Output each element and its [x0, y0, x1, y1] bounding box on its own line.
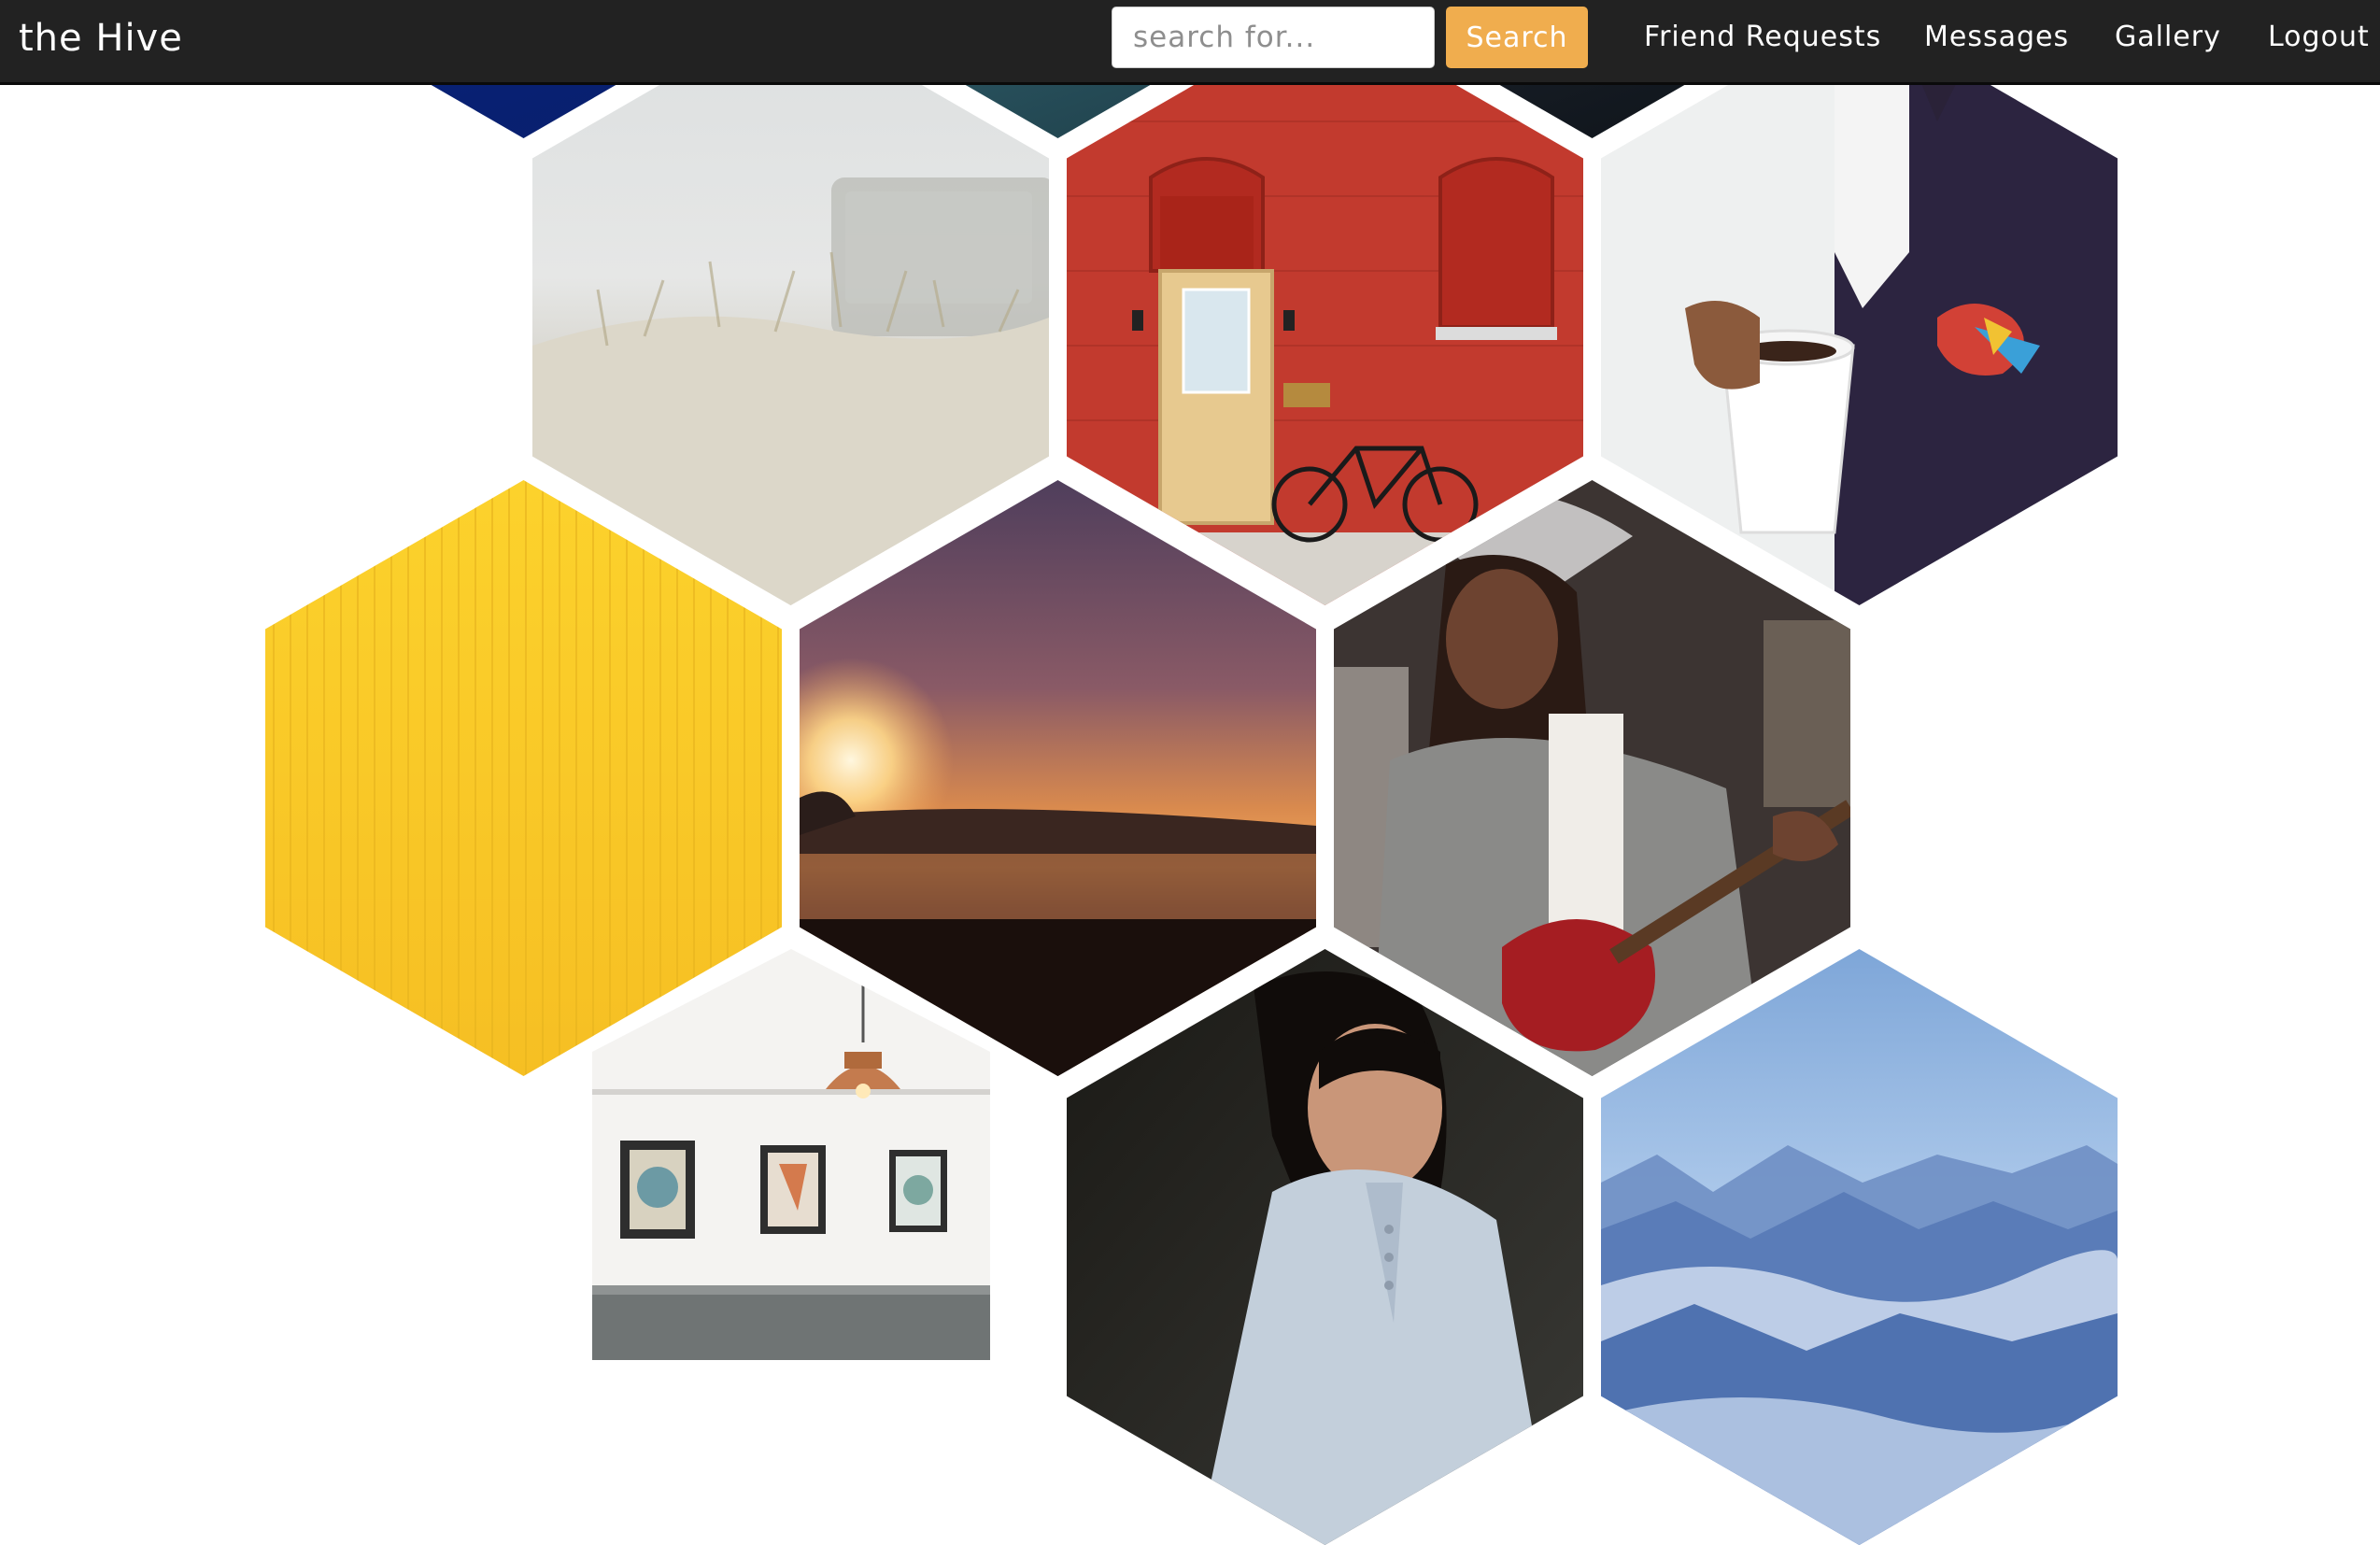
gallery-tile-red-brick-house[interactable] [1067, 9, 1583, 605]
ocean-sunset-photo-icon [800, 480, 1316, 1076]
gallery-tile-beach-grass[interactable] [532, 9, 1049, 605]
nav-logout[interactable]: Logout [2268, 0, 2370, 75]
gallery-tile-room-frames[interactable] [592, 949, 990, 1360]
man-coffee-photo-icon [1601, 9, 2118, 605]
nav-gallery[interactable]: Gallery [2115, 0, 2221, 75]
woman-portrait-photo-icon [1067, 949, 1583, 1545]
gallery-tile-man-coffee[interactable] [1601, 9, 2118, 605]
search-button[interactable]: Search [1446, 7, 1588, 68]
gallery-tile-blue-mountains[interactable] [1601, 949, 2118, 1545]
blue-mountains-photo-icon [1601, 949, 2118, 1545]
search-input[interactable] [1112, 7, 1435, 68]
gallery-tile-ocean-sunset[interactable] [800, 480, 1316, 1076]
gallery-tile-woman-guitar[interactable] [1334, 480, 1850, 1076]
room-frames-photo-icon [592, 949, 990, 1360]
beach-grass-photo-icon [532, 9, 1049, 605]
red-brick-house-photo-icon [1067, 9, 1583, 605]
gallery-tile-yellow-wall[interactable] [265, 480, 782, 1076]
gallery-tile-woman-portrait[interactable] [1067, 949, 1583, 1545]
nav-messages[interactable]: Messages [1924, 0, 2069, 75]
brand-logo[interactable]: the Hive [19, 0, 183, 77]
top-navbar: the Hive Search Friend Requests Messages… [0, 0, 2380, 85]
woman-guitar-photo-icon [1334, 480, 1850, 1076]
yellow-wall-photo-icon [265, 480, 782, 1076]
nav-friend-requests[interactable]: Friend Requests [1644, 0, 1881, 75]
